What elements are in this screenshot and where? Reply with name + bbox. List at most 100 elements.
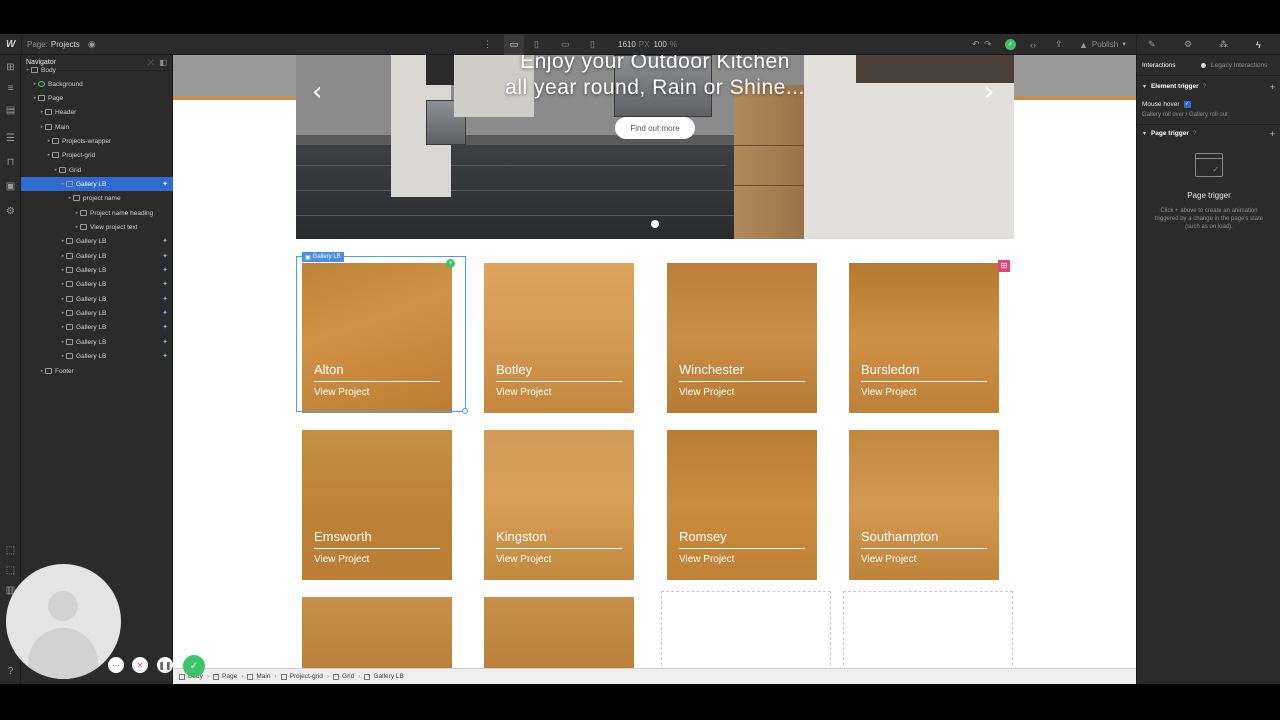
navigator-item[interactable]: ▸ Grid <box>21 163 173 177</box>
style-manager-drops-icon[interactable]: ⁂ <box>1219 34 1228 55</box>
navigator-item[interactable]: ▸ Body <box>21 63 173 77</box>
navigator-item[interactable]: ▸ Gallery LB ✦ <box>21 277 173 291</box>
navigator-item[interactable]: ▸ Gallery LB ✦ <box>21 249 173 263</box>
undo-icon[interactable]: ↶ <box>972 34 980 55</box>
breadcrumb-item[interactable]: Project-grid › <box>280 673 329 680</box>
interactions-tab[interactable]: Interactions <box>1142 62 1176 69</box>
view-project-text[interactable]: View Project <box>679 554 734 565</box>
checkbox-icon[interactable]: ✓ <box>1183 101 1191 108</box>
gallery-card[interactable]: Romsey View Project <box>667 430 817 580</box>
ecommerce-icon[interactable]: ⊓ <box>4 156 17 169</box>
gallery-card[interactable]: Southampton View Project <box>849 430 999 580</box>
navigator-item[interactable]: ▸ Background <box>21 77 173 91</box>
mobile-landscape-icon[interactable]: ▭ <box>561 34 570 55</box>
export-icon[interactable]: ⇪ <box>1055 34 1063 55</box>
gallery-card[interactable]: Emsworth View Project <box>302 430 452 580</box>
canvas-size-readout[interactable]: 1610 PX 100 % <box>618 34 677 55</box>
redo-icon[interactable]: ↷ <box>984 34 992 55</box>
view-project-text[interactable]: View Project <box>496 554 551 565</box>
hero-title-line-2: all year round, Rain or Shine... <box>505 76 805 99</box>
add-elements-icon[interactable]: ⊞ <box>4 61 17 74</box>
navigator-item[interactable]: ▸ Project name heading <box>21 206 173 220</box>
gallery-card[interactable]: Kingston View Project <box>484 430 634 580</box>
help-icon[interactable]: ? <box>1203 83 1207 90</box>
view-project-text[interactable]: View Project <box>496 387 551 398</box>
breadcrumb-item[interactable]: Gallery LB <box>364 673 404 680</box>
style-panel-tab-brush-icon[interactable]: ✎ <box>1148 34 1156 55</box>
navigator-item[interactable]: ▸ Gallery LB ✦ <box>21 320 173 334</box>
breadcrumb-item[interactable]: Page › <box>213 673 243 680</box>
slider-prev-arrow-icon[interactable]: ‹ <box>312 79 322 105</box>
mouse-hover-trigger[interactable]: Mouse hover ✓ <box>1142 101 1191 108</box>
pause-icon[interactable]: ❚❚ <box>157 657 173 673</box>
slider-dot[interactable] <box>651 220 659 228</box>
page-trigger-header[interactable]: ▼ Page trigger ? <box>1142 130 1197 137</box>
slider-next-arrow-icon[interactable]: › <box>984 79 994 105</box>
gallery-card[interactable]: Bursledon View Project <box>849 263 999 413</box>
cancel-recording-icon[interactable]: ✕ <box>132 657 148 673</box>
navigator-item[interactable]: ▸ Header <box>21 105 173 119</box>
navigator-item[interactable]: ▸ project name <box>21 191 173 205</box>
help-icon[interactable]: ? <box>1193 130 1197 137</box>
desktop-breakpoint-icon[interactable]: ▭ <box>504 34 524 55</box>
view-project-text[interactable]: View Project <box>861 387 916 398</box>
navigator-item[interactable]: ▸ Page <box>21 91 173 105</box>
empty-grid-cell[interactable] <box>661 591 831 668</box>
assets-icon[interactable]: ▣ <box>4 180 17 193</box>
breadcrumb-item[interactable]: Grid › <box>333 673 360 680</box>
gallery-card[interactable] <box>484 597 634 668</box>
component-badge-icon[interactable]: ⊞ <box>998 260 1010 272</box>
help-icon[interactable]: ? <box>4 665 17 678</box>
navigator-item[interactable]: ▸ Gallery LB ✦ <box>21 263 173 277</box>
navigator-item[interactable]: ▸ Project-grid <box>21 148 173 162</box>
find-out-more-button[interactable]: Find out more <box>615 117 695 139</box>
navigator-item[interactable]: ▸ View project text <box>21 220 173 234</box>
tablet-breakpoint-icon[interactable]: ▯ <box>534 34 539 55</box>
design-canvas[interactable]: Enjoy your Outdoor Kitchen all year roun… <box>173 55 1136 668</box>
navigator-item[interactable]: ▸ Gallery LB ✦ <box>21 349 173 363</box>
navigator-item[interactable]: ▸ Projects-wrapper <box>21 134 173 148</box>
breadcrumb-item[interactable]: Main › <box>247 673 277 680</box>
gallery-card[interactable] <box>302 597 452 668</box>
status-check-icon[interactable]: ✓ <box>1005 34 1016 55</box>
navigator-item[interactable]: ▸ Gallery LB ✦ <box>21 292 173 306</box>
navigator-item[interactable]: ▸ Footer <box>21 364 173 378</box>
empty-grid-cell[interactable] <box>843 591 1013 668</box>
webflow-logo[interactable]: W <box>6 34 15 55</box>
page-selector[interactable]: Page: Projects ◉ <box>27 34 96 55</box>
add-element-trigger-icon[interactable]: + <box>1270 82 1275 92</box>
publish-button[interactable]: ▲ Publish ▼ <box>1079 34 1127 55</box>
navigator-icon[interactable]: ≡ <box>4 82 17 95</box>
element-trigger-header[interactable]: ▼ Element trigger ? <box>1142 83 1206 90</box>
more-icon[interactable]: ⋮ <box>483 34 492 55</box>
view-project-text[interactable]: View Project <box>314 554 369 565</box>
add-interaction-plus-icon[interactable]: + <box>446 259 455 268</box>
gallery-card[interactable]: Winchester View Project <box>667 263 817 413</box>
resize-handle[interactable] <box>462 408 468 414</box>
pages-icon[interactable]: ▤ <box>4 104 17 117</box>
settings-panel-gear-icon[interactable]: ⚙ <box>1184 34 1192 55</box>
finish-recording-icon[interactable]: ✓ <box>183 655 205 677</box>
more-options-icon[interactable]: ⋯ <box>108 657 124 673</box>
view-project-text[interactable]: View Project <box>861 554 916 565</box>
interactions-panel-bolt-icon[interactable]: ϟ <box>1256 34 1261 55</box>
select-tool-icon[interactable]: ⬚ <box>4 544 17 557</box>
navigator-item[interactable]: ▸ Gallery LB ✦ <box>21 335 173 349</box>
legacy-interactions-toggle[interactable]: Legacy Interactions <box>1201 62 1267 69</box>
selection-label[interactable]: ▣ Gallery LB <box>302 252 344 262</box>
navigator-item[interactable]: ▸ Gallery LB ✦ <box>21 234 173 248</box>
marquee-tool-icon[interactable]: ⬚ <box>4 564 17 577</box>
view-project-text[interactable]: View Project <box>679 387 734 398</box>
navigator-item[interactable]: ▸ Main <box>21 120 173 134</box>
code-icon[interactable]: ‹› <box>1030 34 1036 55</box>
mobile-portrait-icon[interactable]: ▯ <box>590 34 595 55</box>
hero-slider[interactable]: Enjoy your Outdoor Kitchen all year roun… <box>296 55 1014 239</box>
navigator-item[interactable]: ▸ Gallery LB ✦ <box>21 306 173 320</box>
add-page-trigger-icon[interactable]: + <box>1270 129 1275 139</box>
box-icon <box>45 368 52 374</box>
cms-icon[interactable]: ☰ <box>4 132 17 145</box>
settings-gear-icon[interactable]: ⚙ <box>4 205 17 218</box>
navigator-item[interactable]: ▸ Gallery LB ✦ <box>21 177 173 191</box>
eye-icon[interactable]: ◉ <box>88 39 96 50</box>
gallery-card[interactable]: Botley View Project <box>484 263 634 413</box>
